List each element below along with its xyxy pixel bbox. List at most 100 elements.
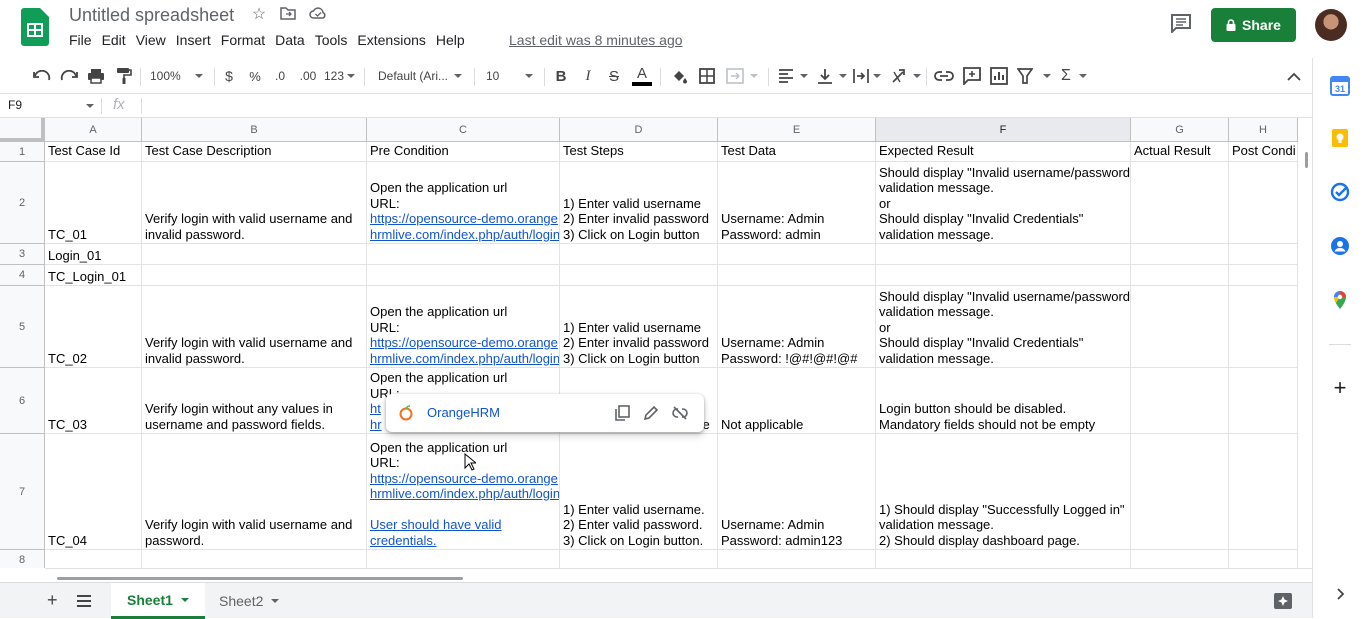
horizontal-scroll-thumb[interactable] <box>57 577 463 580</box>
cell-b2[interactable]: Verify login with valid username and inva… <box>142 162 367 244</box>
text-wrapping-icon[interactable] <box>853 66 883 86</box>
cell-f6[interactable]: Login button should be disabled. Mandator… <box>876 368 1131 434</box>
cell-e8[interactable] <box>718 550 876 568</box>
star-icon[interactable]: ☆ <box>250 6 268 24</box>
keep-icon[interactable] <box>1330 128 1350 148</box>
cell-c8[interactable] <box>367 550 560 568</box>
cell-h3[interactable] <box>1229 244 1298 265</box>
cell-g2[interactable] <box>1131 162 1229 244</box>
increase-decimal-button[interactable]: .00 <box>296 66 320 86</box>
cell-a7[interactable]: TC_04 <box>45 434 142 550</box>
text-color-button[interactable]: A <box>632 66 652 86</box>
cell-link[interactable]: User should have valid <box>370 517 556 533</box>
cell-g4[interactable] <box>1131 265 1229 286</box>
filter-icon[interactable] <box>1017 66 1051 86</box>
name-box[interactable]: F9 <box>8 98 22 112</box>
column-header-e[interactable]: E <box>718 118 876 142</box>
cell-link[interactable]: https://opensource-demo.orange <box>370 335 558 351</box>
strikethrough-button[interactable]: S <box>606 66 622 86</box>
cell-g7[interactable] <box>1131 434 1229 550</box>
cell-h2[interactable] <box>1229 162 1298 244</box>
cell-c2[interactable]: Open the application url URL: https://open… <box>367 162 560 244</box>
cell-link[interactable]: hrmlive.com/index.php/auth/login <box>370 351 559 367</box>
cell-b4[interactable] <box>142 265 367 286</box>
cell-e4[interactable] <box>718 265 876 286</box>
menu-insert[interactable]: Insert <box>176 32 211 50</box>
collapse-menu-icon[interactable] <box>1284 66 1304 86</box>
cell-link[interactable]: hrmlive.com/index.php/auth/login <box>370 486 559 502</box>
spreadsheet-grid[interactable]: A B C D E F G H 1 Test Case Id Test Case Descripti… <box>0 118 1312 568</box>
row-header-4[interactable]: 4 <box>0 265 45 286</box>
menu-data[interactable]: Data <box>275 32 305 50</box>
cell-a3[interactable]: Login_01 <box>45 244 142 265</box>
cell-d8[interactable] <box>560 550 718 568</box>
cell-c3[interactable] <box>367 244 560 265</box>
row-header-6[interactable]: 6 <box>0 368 45 434</box>
cell-b1[interactable]: Test Case Description <box>142 142 367 162</box>
italic-button[interactable]: I <box>580 66 596 86</box>
menu-format[interactable]: Format <box>221 32 265 50</box>
row-header-8[interactable]: 8 <box>0 550 45 568</box>
explore-icon[interactable] <box>1273 592 1293 610</box>
tasks-icon[interactable] <box>1330 182 1350 202</box>
name-box-dropdown-icon[interactable] <box>86 104 94 108</box>
column-header-h[interactable]: H <box>1229 118 1298 142</box>
cell-f4[interactable] <box>876 265 1131 286</box>
column-header-f[interactable]: F <box>876 118 1131 142</box>
undo-icon[interactable] <box>32 66 52 86</box>
cell-h1[interactable]: Post Condi <box>1229 142 1298 162</box>
cell-d1[interactable]: Test Steps <box>560 142 718 162</box>
link-preview-title[interactable]: OrangeHRM <box>427 405 500 420</box>
borders-icon[interactable] <box>698 66 716 86</box>
cell-g1[interactable]: Actual Result <box>1131 142 1229 162</box>
cell-d2[interactable]: 1) Enter valid username 2) Enter invalid … <box>560 162 718 244</box>
cell-e6[interactable]: Not applicable <box>718 368 876 434</box>
cell-a4[interactable]: TC_Login_01 <box>45 265 142 286</box>
percent-format-button[interactable]: % <box>247 66 263 86</box>
move-folder-icon[interactable] <box>279 6 297 24</box>
cell-a5[interactable]: TC_02 <box>45 286 142 368</box>
avatar[interactable] <box>1315 9 1347 41</box>
more-formats-select[interactable]: 123 <box>324 66 356 86</box>
chevron-right-icon[interactable] <box>1330 584 1350 604</box>
share-button[interactable]: Share <box>1211 8 1296 42</box>
currency-format-button[interactable]: $ <box>222 66 236 86</box>
vertical-scroll-thumb[interactable] <box>1305 152 1308 168</box>
column-header-a[interactable]: A <box>45 118 142 142</box>
insert-chart-icon[interactable] <box>989 66 1009 86</box>
font-family-select[interactable]: Default (Ari... <box>378 66 466 86</box>
cell-d4[interactable] <box>560 265 718 286</box>
print-icon[interactable] <box>86 66 106 86</box>
row-header-3[interactable]: 3 <box>0 244 45 265</box>
cell-d5[interactable]: 1) Enter valid username 2) Enter invalid … <box>560 286 718 368</box>
row-header-7[interactable]: 7 <box>0 434 45 550</box>
cell-c1[interactable]: Pre Condition <box>367 142 560 162</box>
column-header-d[interactable]: D <box>560 118 718 142</box>
cell-link[interactable]: credentials. <box>370 533 556 549</box>
cell-f5[interactable]: Should display "Invalid username/passwor… <box>876 286 1131 368</box>
sheet-tab-sheet2[interactable]: Sheet2 <box>203 583 295 619</box>
cell-e2[interactable]: Username: Admin Password: admin <box>718 162 876 244</box>
cell-e3[interactable] <box>718 244 876 265</box>
insert-link-icon[interactable] <box>934 66 954 86</box>
redo-icon[interactable] <box>59 66 79 86</box>
cell-h7[interactable] <box>1229 434 1298 550</box>
menu-tools[interactable]: Tools <box>315 32 348 50</box>
cell-g6[interactable] <box>1131 368 1229 434</box>
horizontal-scrollbar[interactable] <box>45 568 1312 582</box>
menu-file[interactable]: File <box>69 32 92 50</box>
cell-h6[interactable] <box>1229 368 1298 434</box>
horizontal-align-icon[interactable] <box>778 66 808 86</box>
cell-c7[interactable]: Open the application url URL: https://open… <box>367 434 560 550</box>
paint-format-icon[interactable] <box>114 66 134 86</box>
cell-f3[interactable] <box>876 244 1131 265</box>
sheets-logo-icon[interactable] <box>21 8 49 46</box>
column-header-b[interactable]: B <box>142 118 367 142</box>
all-sheets-icon[interactable] <box>77 594 91 607</box>
menu-extensions[interactable]: Extensions <box>357 32 425 50</box>
text-rotation-icon[interactable] <box>891 66 921 86</box>
copy-link-icon[interactable] <box>614 405 630 421</box>
functions-button[interactable]: Σ <box>1061 66 1091 86</box>
merge-cells-icon[interactable] <box>726 66 760 86</box>
cloud-saved-icon[interactable] <box>309 6 327 24</box>
